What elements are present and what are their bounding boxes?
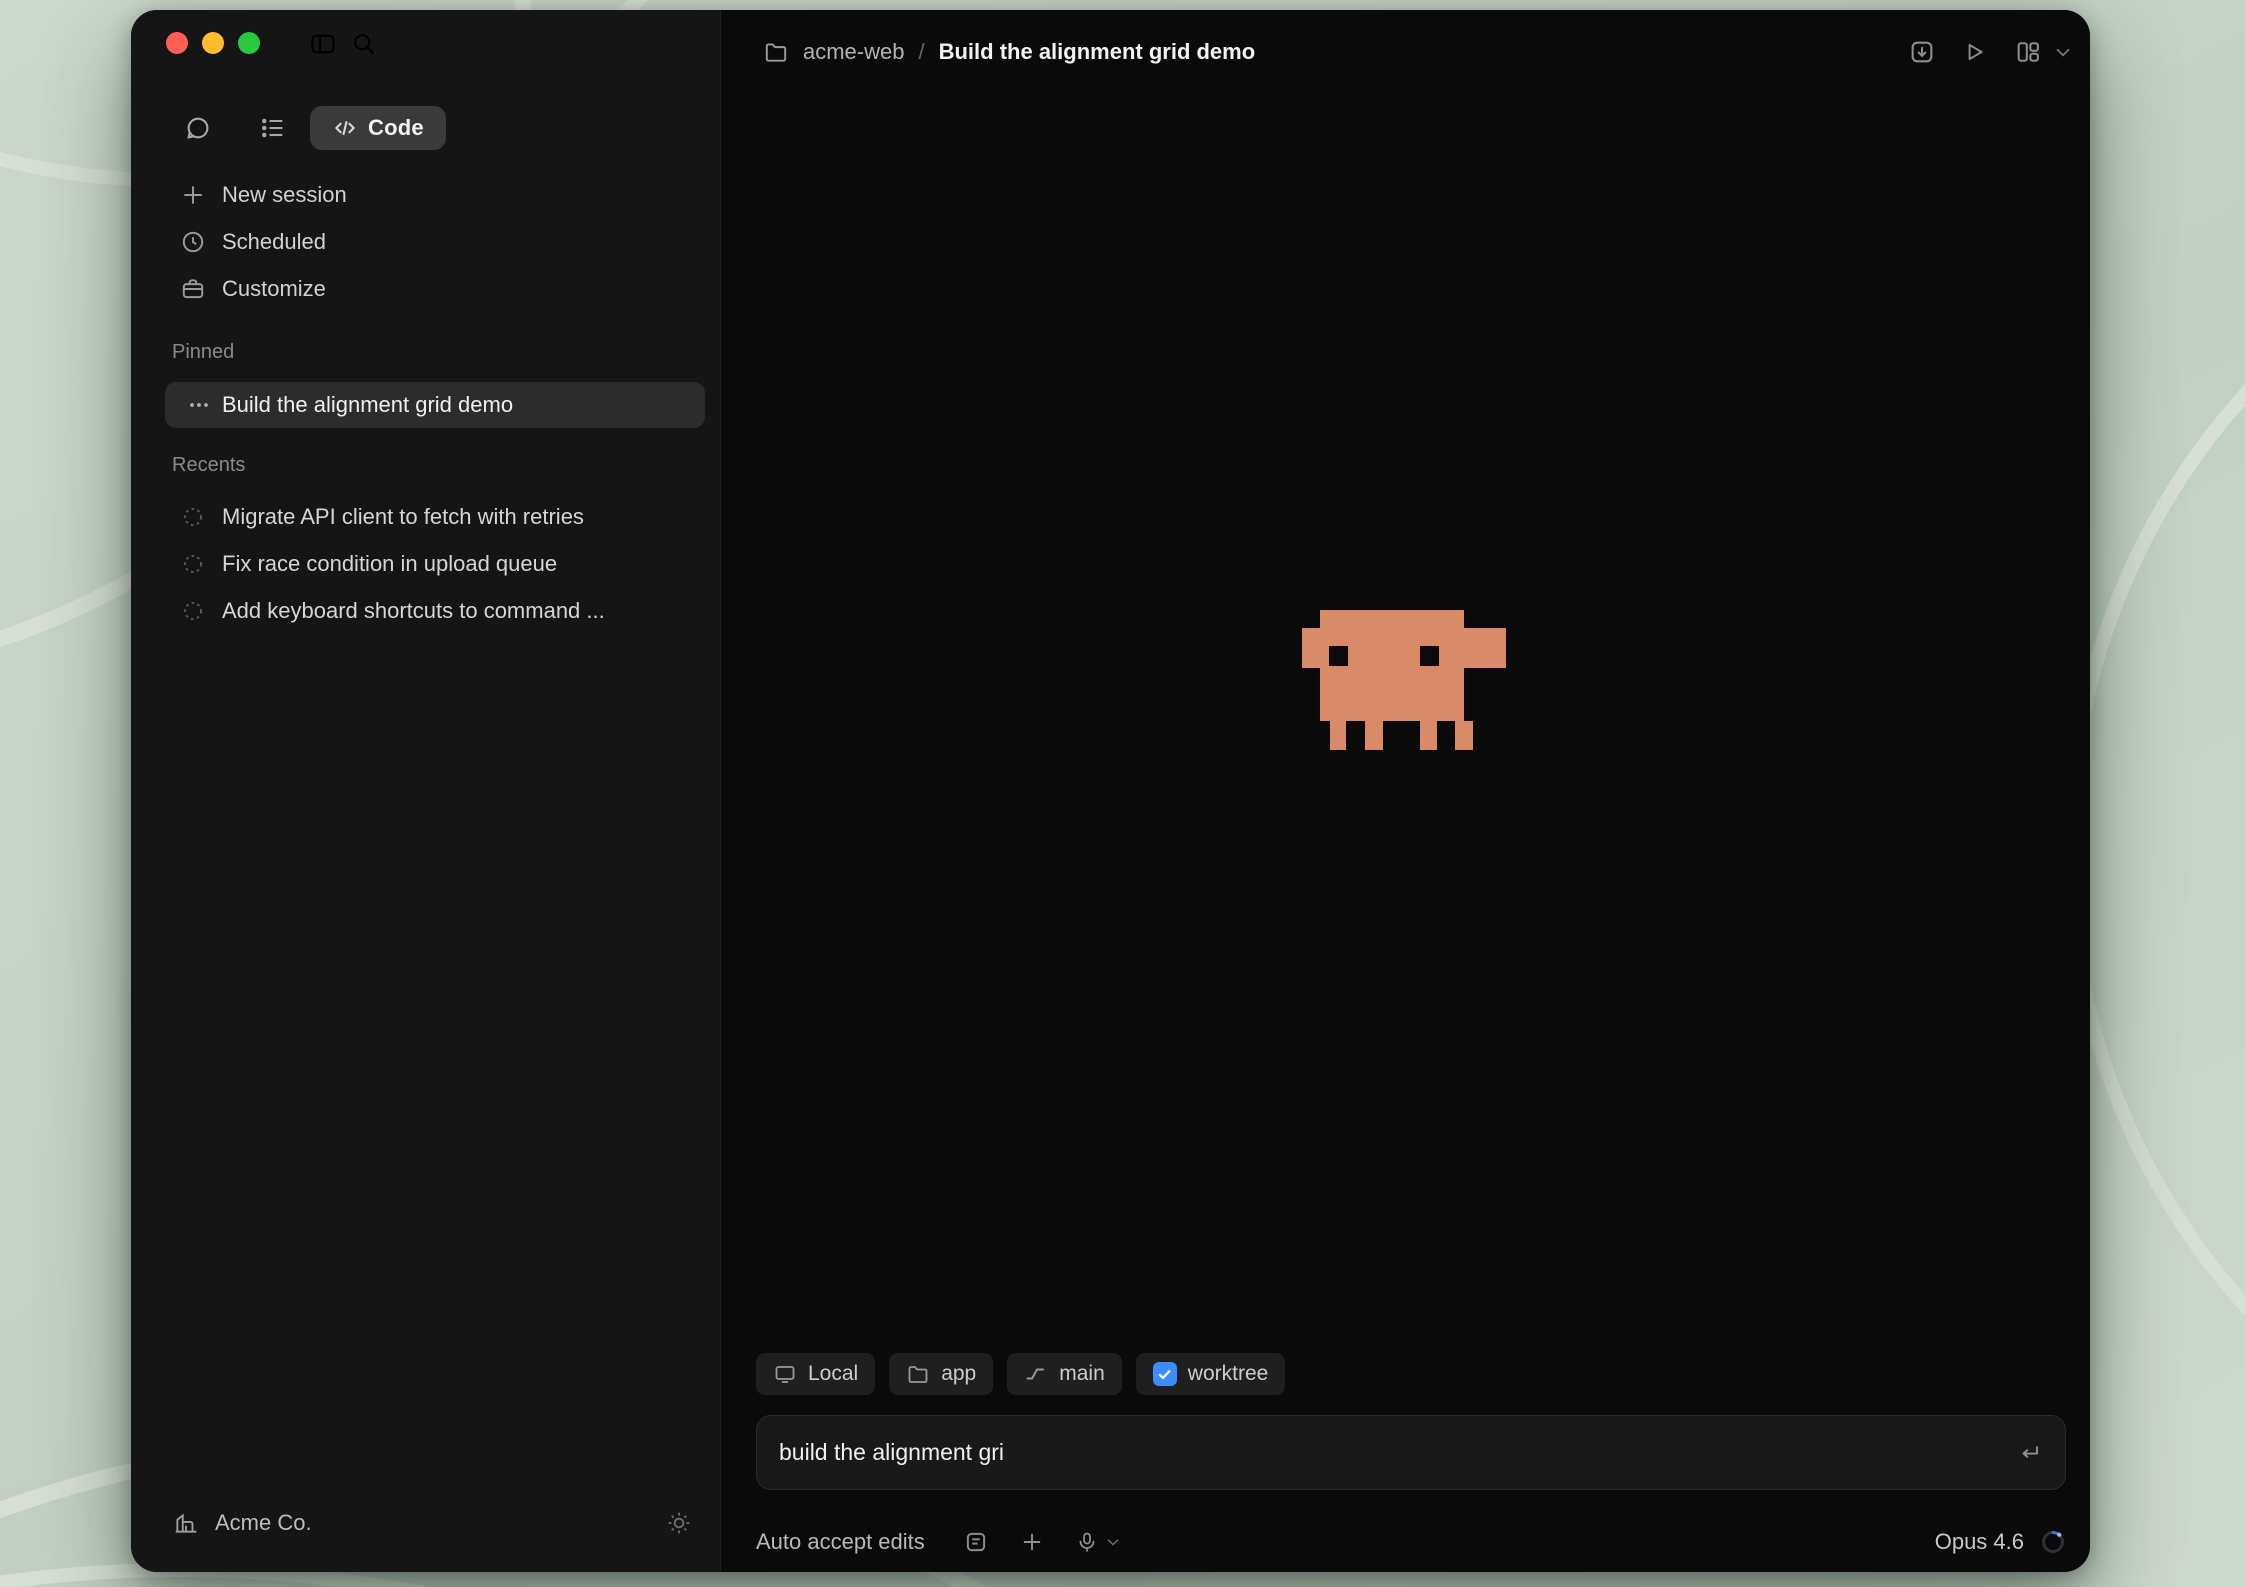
composer-footer-icons (963, 1529, 1122, 1555)
checklist-icon[interactable] (259, 114, 287, 142)
recent-session-label: Migrate API client to fetch with retries (222, 504, 584, 530)
sidebar-item-customize[interactable]: Customize (131, 267, 720, 311)
tab-code-label: Code (368, 115, 424, 141)
breadcrumb: acme-web / Build the alignment grid demo (763, 30, 1255, 74)
sidebar-item-recent-3[interactable]: Add keyboard shortcuts to command ... (131, 589, 720, 633)
app-window: Code New session Scheduled Customize Pin… (131, 10, 2090, 1572)
plus-icon (180, 182, 206, 208)
chip-worktree[interactable]: worktree (1136, 1353, 1286, 1395)
chip-label: worktree (1188, 1362, 1269, 1386)
sidebar-item-label: Customize (222, 276, 326, 302)
composer-footer: Auto accept edits Opus 4. (756, 1521, 2066, 1563)
play-icon[interactable] (1962, 39, 1988, 65)
checkbox-checked-icon[interactable] (1153, 1362, 1177, 1386)
briefcase-icon (180, 276, 206, 302)
code-brackets-icon (332, 115, 358, 141)
chip-app[interactable]: app (889, 1353, 993, 1395)
chevron-down-icon[interactable] (1104, 1533, 1122, 1551)
recent-session-label: Fix race condition in upload queue (222, 551, 557, 577)
pinned-session-label: Build the alignment grid demo (222, 392, 513, 418)
sidebar-item-scheduled[interactable]: Scheduled (131, 220, 720, 264)
recents-section-heading: Recents (172, 454, 245, 477)
building-icon (173, 1510, 199, 1536)
sidebar-item-label: Scheduled (222, 229, 326, 255)
zoom-window-button[interactable] (238, 32, 260, 54)
main-header: acme-web / Build the alignment grid demo (721, 30, 2090, 74)
import-window-icon[interactable] (1908, 38, 1936, 66)
pinned-section-heading: Pinned (172, 341, 234, 364)
sidebar-item-label: New session (222, 182, 347, 208)
dotted-circle-icon (180, 505, 206, 529)
git-branch-icon (1024, 1362, 1048, 1386)
context-chips: Local app main worktree (756, 1353, 1285, 1395)
chip-main-branch[interactable]: main (1007, 1353, 1122, 1395)
chip-label: main (1059, 1362, 1105, 1386)
breadcrumb-separator: / (918, 39, 924, 65)
sun-icon[interactable] (666, 1510, 692, 1536)
model-selector[interactable]: Opus 4.6 (1935, 1529, 2066, 1555)
search-icon[interactable] (350, 30, 378, 58)
prompt-input-container (756, 1415, 2066, 1490)
header-actions (1908, 30, 2074, 74)
prompt-input[interactable] (779, 1439, 2017, 1466)
chat-bubble-icon[interactable] (184, 114, 212, 142)
sidebar-item-recent-2[interactable]: Fix race condition in upload queue (131, 542, 720, 586)
dotted-circle-icon (180, 599, 206, 623)
folder-icon (763, 39, 789, 65)
pixel-creature-illustration (1302, 610, 1506, 750)
breadcrumb-repo[interactable]: acme-web (803, 39, 904, 65)
page-title: Build the alignment grid demo (939, 39, 1256, 65)
chip-label: app (941, 1362, 976, 1386)
chip-label: Local (808, 1362, 858, 1386)
tab-code[interactable]: Code (310, 106, 446, 150)
recent-session-label: Add keyboard shortcuts to command ... (222, 598, 605, 624)
auto-accept-edits-button[interactable]: Auto accept edits (756, 1529, 925, 1555)
monitor-icon (773, 1362, 797, 1386)
ellipsis-icon (187, 393, 211, 417)
sidebar-item-recent-1[interactable]: Migrate API client to fetch with retries (131, 495, 720, 539)
chip-local[interactable]: Local (756, 1353, 875, 1395)
model-name[interactable]: Opus 4.6 (1935, 1529, 2024, 1555)
chevron-down-icon[interactable] (2052, 41, 2074, 63)
layout-grid-icon[interactable] (2014, 38, 2042, 66)
sidebar-toggle-icon[interactable] (309, 30, 337, 58)
sidebar-tabs: Code (131, 106, 720, 150)
sidebar-item-new-session[interactable]: New session (131, 173, 720, 217)
sidebar-item-pinned-session[interactable]: Build the alignment grid demo (165, 382, 705, 428)
dotted-circle-icon (180, 552, 206, 576)
folder-icon (906, 1362, 930, 1386)
sidebar-footer: Acme Co. (131, 1501, 720, 1545)
organization-name: Acme Co. (215, 1510, 312, 1536)
close-window-button[interactable] (166, 32, 188, 54)
return-key-icon (2017, 1440, 2043, 1466)
minimize-window-button[interactable] (202, 32, 224, 54)
sidebar: Code New session Scheduled Customize Pin… (131, 10, 721, 1572)
main-pane: acme-web / Build the alignment grid demo (721, 10, 2090, 1572)
clock-icon (180, 229, 206, 255)
plus-icon[interactable] (1019, 1529, 1045, 1555)
microphone-icon[interactable] (1075, 1530, 1099, 1554)
window-controls (166, 32, 260, 54)
note-icon[interactable] (963, 1529, 989, 1555)
loading-spinner (2040, 1529, 2066, 1555)
